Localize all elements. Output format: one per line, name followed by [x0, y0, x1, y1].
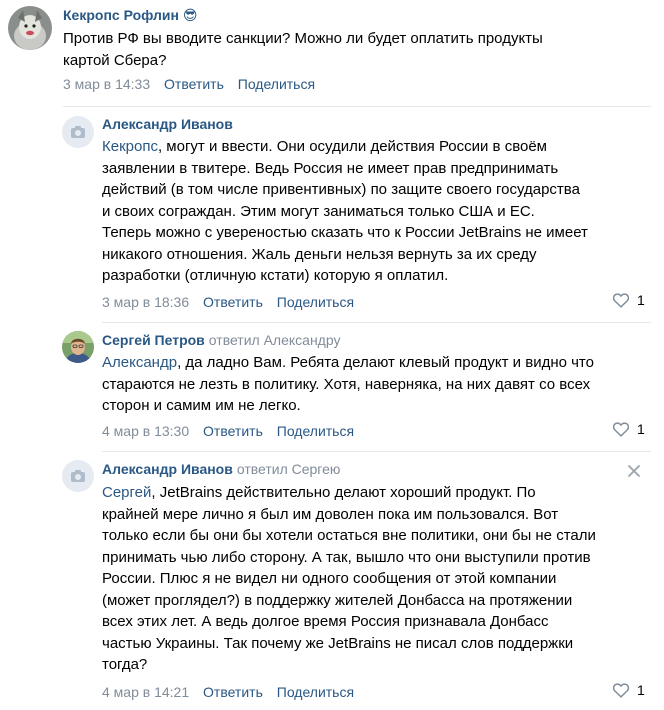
divider — [102, 451, 651, 452]
comment-text: Кекропс, могут и ввести. Они осудили дей… — [102, 138, 588, 284]
like-count: 1 — [637, 682, 645, 698]
heart-icon — [612, 293, 630, 308]
comment-meta: 3 мар в 18:36 Ответить Поделиться — [102, 294, 354, 310]
reply-link[interactable]: Ответить — [203, 423, 263, 439]
close-button[interactable] — [627, 464, 641, 483]
close-icon — [628, 465, 640, 477]
comment-meta: 3 мар в 14:33 Ответить Поделиться — [63, 76, 315, 92]
comment-text: Сергей, JetBrains действительно делают х… — [102, 484, 596, 673]
reply-link[interactable]: Ответить — [164, 76, 224, 92]
share-link[interactable]: Поделиться — [277, 684, 354, 700]
comment-date[interactable]: 3 мар в 18:36 — [102, 294, 189, 310]
replied-to[interactable]: ответил Сергею — [237, 461, 341, 477]
share-link[interactable]: Поделиться — [277, 423, 354, 439]
comment-author[interactable]: Сергей Петров ответил Александру — [102, 332, 340, 348]
share-link[interactable]: Поделиться — [238, 76, 315, 92]
avatar[interactable] — [62, 331, 94, 363]
divider — [63, 106, 651, 107]
comment-text: Александр, да ладно Вам. Ребята делают к… — [102, 354, 594, 414]
like-button[interactable]: 1 — [612, 292, 645, 308]
like-button[interactable]: 1 — [612, 421, 645, 437]
camera-placeholder-icon — [62, 460, 94, 492]
like-count: 1 — [637, 292, 645, 308]
like-count: 1 — [637, 421, 645, 437]
heart-icon — [612, 422, 630, 437]
like-button[interactable]: 1 — [612, 682, 645, 698]
comment-text: Против РФ вы вводите санкции? Можно ли б… — [63, 30, 543, 69]
comment-date[interactable]: 3 мар в 14:33 — [63, 76, 150, 92]
avatar[interactable] — [8, 6, 52, 50]
comment-meta: 4 мар в 14:21 Ответить Поделиться — [102, 684, 354, 700]
mention-link[interactable]: Александр — [102, 354, 177, 371]
heart-icon — [612, 683, 630, 698]
comment-author[interactable]: Александр Иванов ответил Сергею — [102, 461, 340, 477]
mention-link[interactable]: Кекропс — [102, 138, 158, 155]
comment-date[interactable]: 4 мар в 14:21 — [102, 684, 189, 700]
comment-author[interactable]: Александр Иванов — [102, 116, 233, 132]
divider — [102, 322, 651, 323]
avatar[interactable] — [62, 116, 94, 148]
replied-to[interactable]: ответил Александру — [209, 332, 341, 348]
avatar[interactable] — [62, 460, 94, 492]
reply-link[interactable]: Ответить — [203, 294, 263, 310]
share-link[interactable]: Поделиться — [277, 294, 354, 310]
sunglasses-emoji: 😎 — [182, 7, 198, 23]
comment-meta: 4 мар в 13:30 Ответить Поделиться — [102, 423, 354, 439]
comment-date[interactable]: 4 мар в 13:30 — [102, 423, 189, 439]
mention-link[interactable]: Сергей — [102, 484, 151, 501]
comment-author[interactable]: Кекропс Рофлин 😎 — [63, 7, 197, 24]
reply-link[interactable]: Ответить — [203, 684, 263, 700]
camera-placeholder-icon — [62, 116, 94, 148]
